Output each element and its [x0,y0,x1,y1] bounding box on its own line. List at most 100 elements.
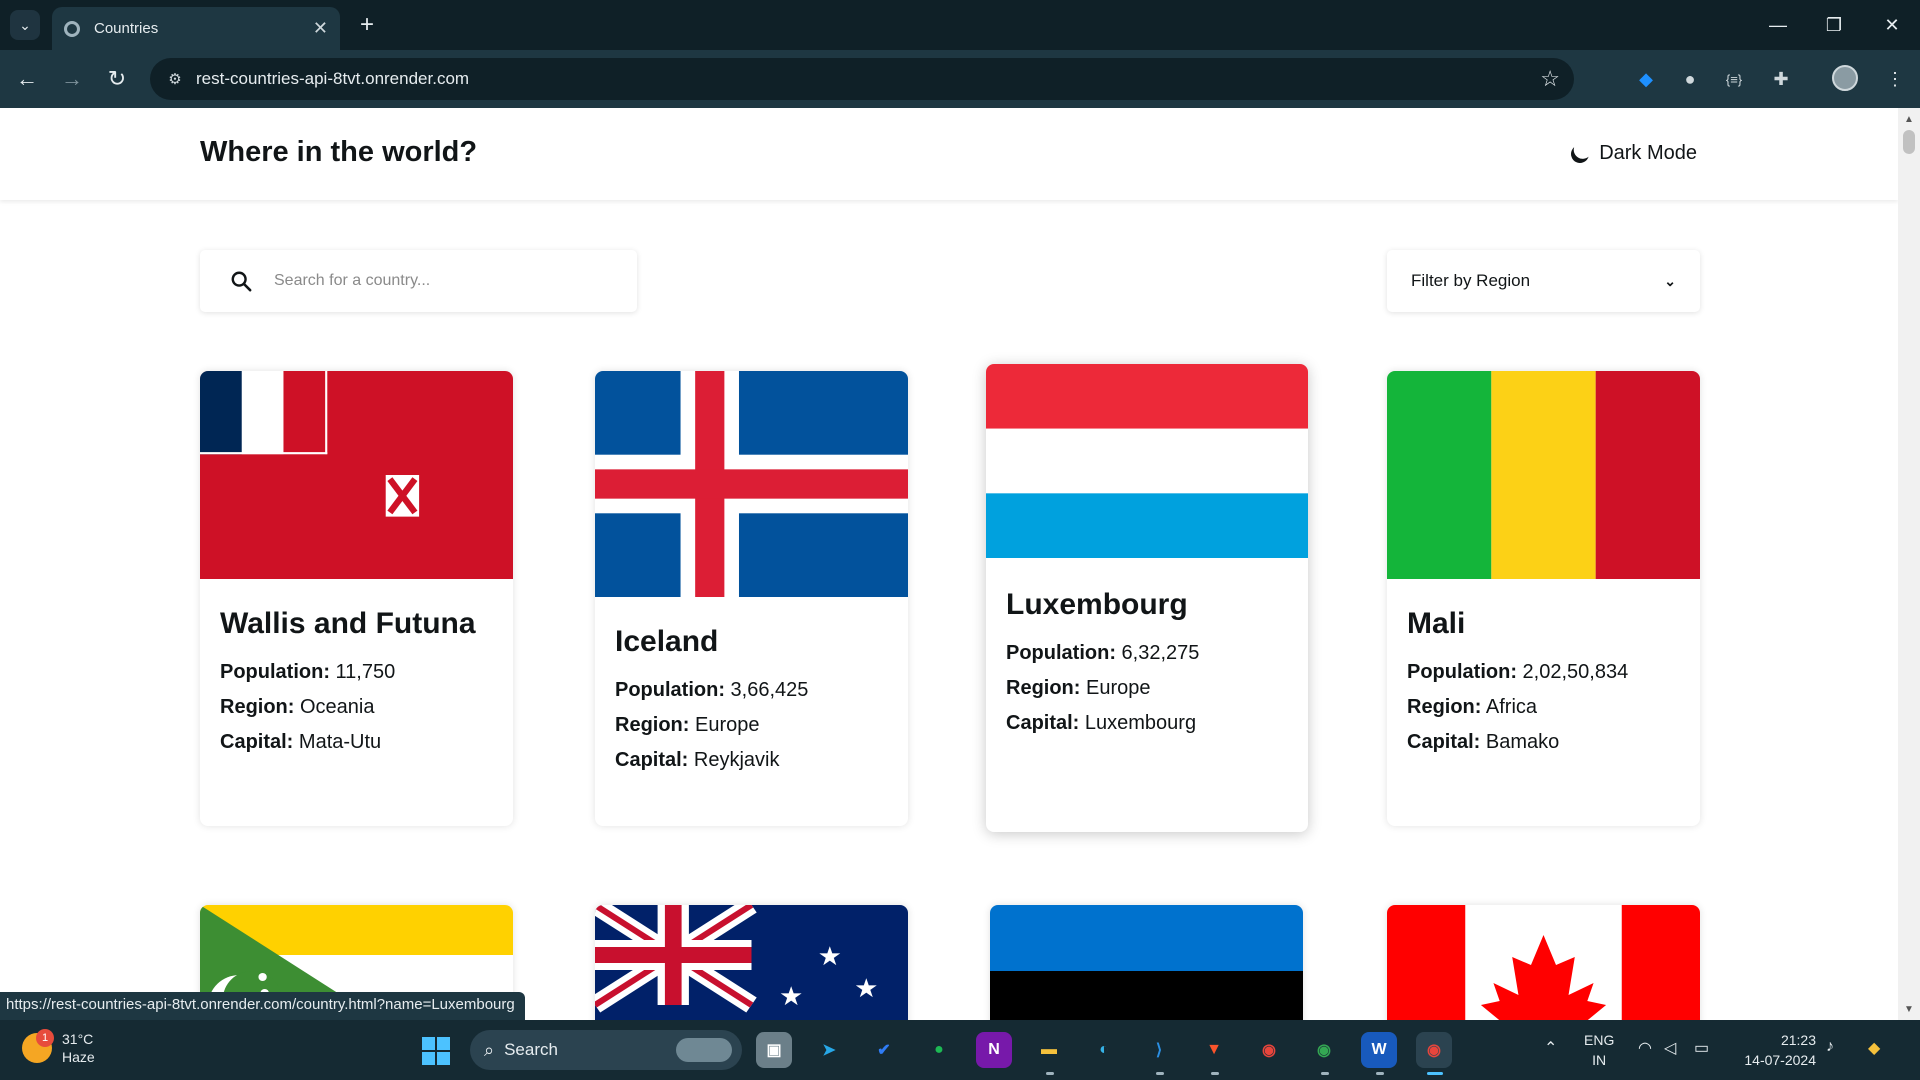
flag-luxembourg [986,364,1308,558]
tab-list-button[interactable]: ⌄ [10,10,40,40]
capital-line: Capital: Reykjavik [615,749,780,771]
scroll-down-icon[interactable]: ▼ [1898,1000,1920,1018]
tab-title: Countries [94,20,159,37]
flag-wallis-and-futuna [200,371,513,579]
onenote-icon[interactable]: N [976,1032,1012,1068]
site-title: Where in the world? [200,136,478,168]
region-line: Region: Africa [1407,696,1538,718]
capital-line: Capital: Bamako [1407,731,1560,753]
search-highlight-icon [676,1038,732,1062]
forward-button[interactable]: → [55,62,89,96]
running-indicator [1211,1072,1219,1075]
country-card[interactable] [990,905,1303,1020]
restore-button[interactable]: ❐ [1814,8,1854,42]
reload-button[interactable]: ↻ [100,62,134,96]
notification-bell-icon[interactable]: ♪ [1826,1038,1834,1056]
running-indicator [1321,1072,1329,1075]
weather-condition: Haze [62,1049,95,1065]
browser-toolbar: ← → ↻ ⚙ rest-countries-api-8tvt.onrender… [0,50,1920,108]
search-input[interactable] [274,262,614,300]
dark-mode-toggle[interactable]: Dark Mode [1571,142,1697,165]
close-window-button[interactable]: ✕ [1872,8,1912,42]
country-name: Iceland [615,625,719,658]
profile-avatar[interactable] [1832,65,1858,91]
flag-canada [1387,905,1700,1020]
country-card[interactable]: Luxembourg Population: 6,32,275 Region: … [986,364,1308,832]
page-content: Where in the world? Dark Mode Filter by … [0,108,1898,1020]
taskbar-search[interactable]: ⌕ Search [470,1030,742,1070]
active-indicator [1427,1072,1443,1075]
copilot-icon[interactable]: ◆ [1868,1038,1880,1058]
file-explorer-icon[interactable]: ▬ [1031,1032,1067,1068]
country-name: Mali [1407,607,1466,640]
country-card[interactable]: Wallis and Futuna Population: 11,750 Reg… [200,371,513,826]
chrome-profile-icon[interactable]: ◉ [1306,1032,1342,1068]
notification-badge: 1 [36,1029,54,1047]
running-indicator [1046,1072,1054,1075]
volume-icon[interactable]: ◁ [1664,1038,1676,1058]
globe-icon [64,20,80,37]
extensions-puzzle-icon[interactable]: ✚ [1766,64,1796,94]
country-card[interactable]: Iceland Population: 3,66,425 Region: Eur… [595,371,908,826]
page-scrollbar[interactable]: ▲ ▼ [1898,108,1920,1020]
new-tab-button[interactable]: + [352,10,382,40]
taskbar: 1 31°C Haze ⌕ Search ▣ ➤ ✔ ● N ▬ ◐ ⟩ ▼ ◉… [0,1020,1920,1080]
browser-menu-icon[interactable]: ⋮ [1880,64,1910,94]
region-line: Region: Oceania [220,696,375,718]
site-info-icon[interactable]: ⚙ [164,68,186,90]
population-line: Population: 6,32,275 [1006,642,1200,664]
country-card[interactable]: ★ ★ ★ ★ ★ [595,905,908,1020]
search-icon [231,271,252,292]
bookmark-star-icon[interactable]: ☆ [1540,66,1560,92]
battery-icon[interactable]: ▭ [1694,1038,1709,1058]
search-box [200,250,637,312]
clock[interactable]: 21:23 14-07-2024 [1740,1030,1816,1070]
population-line: Population: 3,66,425 [615,679,809,701]
temperature: 31°C [62,1031,94,1047]
country-name: Wallis and Futuna [220,607,476,640]
country-card[interactable] [1387,905,1700,1020]
flag-estonia [990,905,1303,1020]
extension-icon[interactable]: {≡} [1719,64,1749,94]
vscode-icon[interactable]: ⟩ [1141,1032,1177,1068]
spotify-icon[interactable]: ● [921,1032,957,1068]
capital-line: Capital: Luxembourg [1006,712,1197,734]
back-button[interactable]: ← [10,62,44,96]
flag-iceland [595,371,908,597]
population-line: Population: 2,02,50,834 [1407,661,1629,683]
browser-tab-bar: ⌄ Countries ✕ + — ❐ ✕ [0,0,1920,50]
weather-icon: 1 [22,1029,54,1063]
chrome-icon[interactable]: ◉ [1251,1032,1287,1068]
address-bar[interactable]: ⚙ rest-countries-api-8tvt.onrender.com ☆ [150,58,1574,100]
todo-icon[interactable]: ✔ [866,1032,902,1068]
telegram-icon[interactable]: ➤ [811,1032,847,1068]
scroll-up-icon[interactable]: ▲ [1898,110,1920,128]
chrome-active-icon[interactable]: ◉ [1416,1032,1452,1068]
region-filter-select[interactable]: Filter by Region ⌄ [1387,250,1700,312]
flag-mali [1387,371,1700,579]
scrollbar-thumb[interactable] [1903,130,1915,154]
status-url-bar: https://rest-countries-api-8tvt.onrender… [0,992,525,1020]
brave-icon[interactable]: ▼ [1196,1032,1232,1068]
extension-icon[interactable]: ● [1675,64,1705,94]
edge-icon[interactable]: ◐ [1086,1032,1122,1068]
windows-start-icon[interactable] [422,1037,450,1065]
svg-text:★: ★ [818,942,842,971]
country-card[interactable]: Mali Population: 2,02,50,834 Region: Afr… [1387,371,1700,826]
svg-text:★: ★ [854,974,878,1003]
chevron-down-icon: ⌄ [1664,272,1676,289]
browser-tab[interactable]: Countries ✕ [52,7,340,50]
weather-widget[interactable]: 1 31°C Haze [22,1029,95,1066]
flag-australia: ★ ★ ★ ★ ★ [595,905,908,1020]
address-url[interactable]: rest-countries-api-8tvt.onrender.com [196,69,469,89]
tab-close-icon[interactable]: ✕ [313,18,328,39]
extension-icon[interactable]: ◆ [1631,64,1661,94]
wifi-icon[interactable]: ◠ [1638,1038,1652,1058]
minimize-button[interactable]: — [1758,8,1798,42]
language-indicator[interactable]: ENG IN [1584,1030,1614,1070]
region-line: Region: Europe [1006,677,1151,699]
population-line: Population: 11,750 [220,661,396,683]
chevron-up-icon[interactable]: ⌃ [1544,1038,1557,1058]
task-view-icon[interactable]: ▣ [756,1032,792,1068]
word-icon[interactable]: W [1361,1032,1397,1068]
